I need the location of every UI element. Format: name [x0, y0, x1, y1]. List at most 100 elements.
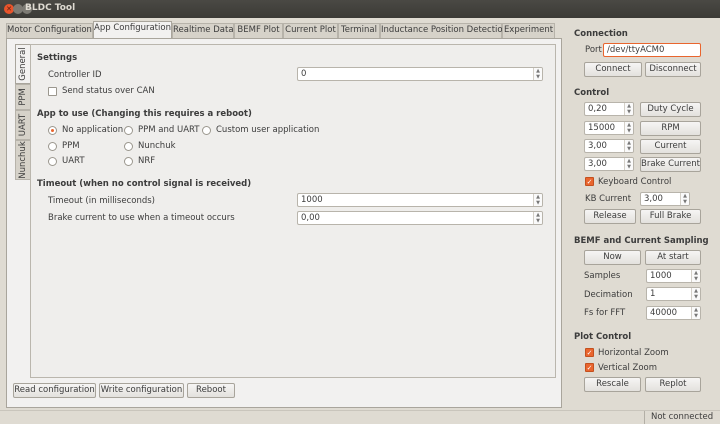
- side-tab-nunchuk-label: Nunchuk: [18, 141, 28, 179]
- kb-current-value: 3,00: [644, 194, 663, 204]
- keyboard-control-label: Keyboard Control: [598, 177, 672, 187]
- controller-id-input[interactable]: 0 ▲ ▼: [297, 67, 543, 81]
- radio-no-application-label: No application: [62, 125, 124, 135]
- connect-button[interactable]: Connect: [584, 62, 642, 77]
- release-button[interactable]: Release: [584, 209, 636, 224]
- samples-input[interactable]: 1000 ▲ ▼: [646, 269, 701, 283]
- brake-current-spinner-icon[interactable]: ▲ ▼: [624, 158, 633, 170]
- tab-realtime-data[interactable]: Realtime Data: [172, 23, 234, 38]
- horizontal-zoom-label: Horizontal Zoom: [598, 348, 669, 358]
- rpm-button[interactable]: RPM: [640, 121, 701, 136]
- tab-current-plot[interactable]: Current Plot: [283, 23, 338, 38]
- radio-ppm-and-uart[interactable]: [124, 126, 133, 135]
- tab-terminal[interactable]: Terminal: [338, 23, 380, 38]
- tab-motor-configuration[interactable]: Motor Configuration: [6, 23, 93, 38]
- timeout-ms-spinner-icon[interactable]: ▲ ▼: [533, 194, 542, 206]
- controller-id-label: Controller ID: [48, 70, 102, 80]
- controller-id-value: 0: [301, 69, 307, 79]
- sample-at-start-button[interactable]: At start: [645, 250, 701, 265]
- port-input[interactable]: /dev/ttyACM0: [603, 43, 701, 57]
- tab-inductance-position-detection[interactable]: Inductance Position Detection: [380, 23, 508, 38]
- tab-app-configuration[interactable]: App Configuration: [93, 21, 172, 39]
- radio-nunchuk[interactable]: [124, 142, 133, 151]
- rpm-value: 15000: [588, 123, 616, 133]
- brake-current-button[interactable]: Brake Current: [640, 157, 701, 172]
- window-title: BLDC Tool: [25, 3, 76, 13]
- timeout-ms-input[interactable]: 1000 ▲ ▼: [297, 193, 543, 207]
- fs-fft-value: 40000: [650, 308, 678, 318]
- side-tab-ppm[interactable]: PPM: [15, 84, 30, 110]
- side-tab-ppm-label: PPM: [18, 88, 28, 106]
- rpm-spinner-icon[interactable]: ▲ ▼: [624, 122, 633, 134]
- kb-current-spinner-icon[interactable]: ▲ ▼: [680, 193, 689, 205]
- duty-cycle-button[interactable]: Duty Cycle: [640, 102, 701, 117]
- vertical-zoom-checkbox[interactable]: ✓: [585, 363, 594, 372]
- radio-uart[interactable]: [48, 157, 57, 166]
- port-value: /dev/ttyACM0: [607, 45, 665, 55]
- decimation-spinner-icon[interactable]: ▲ ▼: [691, 288, 700, 300]
- read-configuration-button[interactable]: Read configuration: [13, 383, 96, 398]
- connection-status: Not connected: [644, 411, 713, 424]
- duty-cycle-spinner-icon[interactable]: ▲ ▼: [624, 103, 633, 115]
- tab-bemf-plot[interactable]: BEMF Plot: [234, 23, 283, 38]
- samples-label: Samples: [584, 271, 621, 281]
- radio-custom-user-application[interactable]: [202, 126, 211, 135]
- radio-nunchuk-label: Nunchuk: [138, 141, 176, 151]
- duty-cycle-value: 0,20: [588, 104, 607, 114]
- reboot-button[interactable]: Reboot: [187, 383, 235, 398]
- plot-control-heading: Plot Control: [574, 332, 632, 342]
- send-status-checkbox[interactable]: [48, 87, 57, 96]
- decimation-value: 1: [650, 289, 656, 299]
- rpm-input[interactable]: 15000 ▲ ▼: [584, 121, 634, 135]
- kb-current-label: KB Current: [585, 194, 632, 204]
- timeout-brake-value: 0,00: [301, 213, 320, 223]
- samples-value: 1000: [650, 271, 672, 281]
- radio-nrf[interactable]: [124, 157, 133, 166]
- timeout-brake-spinner-icon[interactable]: ▲ ▼: [533, 212, 542, 224]
- controller-id-spinner-icon[interactable]: ▲ ▼: [533, 68, 542, 80]
- brake-current-value: 3,00: [588, 159, 607, 169]
- timeout-brake-input[interactable]: 0,00 ▲ ▼: [297, 211, 543, 225]
- sample-now-button[interactable]: Now: [584, 250, 641, 265]
- duty-cycle-input[interactable]: 0,20 ▲ ▼: [584, 102, 634, 116]
- radio-ppm-and-uart-label: PPM and UART: [138, 125, 200, 135]
- radio-ppm[interactable]: [48, 142, 57, 151]
- kb-current-input[interactable]: 3,00 ▲ ▼: [640, 192, 690, 206]
- vertical-zoom-label: Vertical Zoom: [598, 363, 658, 373]
- timeout-brake-label: Brake current to use when a timeout occu…: [48, 213, 235, 223]
- replot-button[interactable]: Replot: [645, 377, 701, 392]
- timeout-ms-value: 1000: [301, 195, 323, 205]
- send-status-label: Send status over CAN: [62, 86, 155, 96]
- keyboard-control-checkbox[interactable]: ✓: [585, 177, 594, 186]
- radio-custom-user-application-label: Custom user application: [216, 125, 320, 135]
- horizontal-zoom-checkbox[interactable]: ✓: [585, 348, 594, 357]
- side-tab-general[interactable]: General: [15, 44, 30, 84]
- fs-fft-input[interactable]: 40000 ▲ ▼: [646, 306, 701, 320]
- current-button[interactable]: Current: [640, 139, 701, 154]
- status-bar: [0, 410, 720, 424]
- title-bar: ✕ BLDC Tool: [0, 0, 720, 18]
- disconnect-button[interactable]: Disconnect: [645, 62, 701, 77]
- current-spinner-icon[interactable]: ▲ ▼: [624, 140, 633, 152]
- tab-experiment[interactable]: Experiment: [502, 23, 555, 38]
- port-label: Port: [585, 45, 602, 55]
- app-to-use-heading: App to use (Changing this requires a reb…: [37, 109, 252, 119]
- full-brake-button[interactable]: Full Brake: [640, 209, 701, 224]
- radio-no-application[interactable]: [48, 126, 57, 135]
- decimation-label: Decimation: [584, 290, 633, 300]
- decimation-input[interactable]: 1 ▲ ▼: [646, 287, 701, 301]
- side-tab-nunchuk[interactable]: Nunchuk: [15, 140, 30, 180]
- side-tab-general-label: General: [18, 47, 28, 81]
- side-tab-uart[interactable]: UART: [15, 110, 30, 140]
- write-configuration-button[interactable]: Write configuration: [99, 383, 184, 398]
- brake-current-input[interactable]: 3,00 ▲ ▼: [584, 157, 634, 171]
- radio-ppm-label: PPM: [62, 141, 80, 151]
- fs-fft-spinner-icon[interactable]: ▲ ▼: [691, 307, 700, 319]
- sampling-heading: BEMF and Current Sampling: [574, 236, 709, 246]
- timeout-ms-label: Timeout (in milliseconds): [48, 196, 155, 206]
- current-input[interactable]: 3,00 ▲ ▼: [584, 139, 634, 153]
- fs-fft-label: Fs for FFT: [584, 308, 626, 318]
- rescale-button[interactable]: Rescale: [584, 377, 641, 392]
- samples-spinner-icon[interactable]: ▲ ▼: [691, 270, 700, 282]
- radio-uart-label: UART: [62, 156, 85, 166]
